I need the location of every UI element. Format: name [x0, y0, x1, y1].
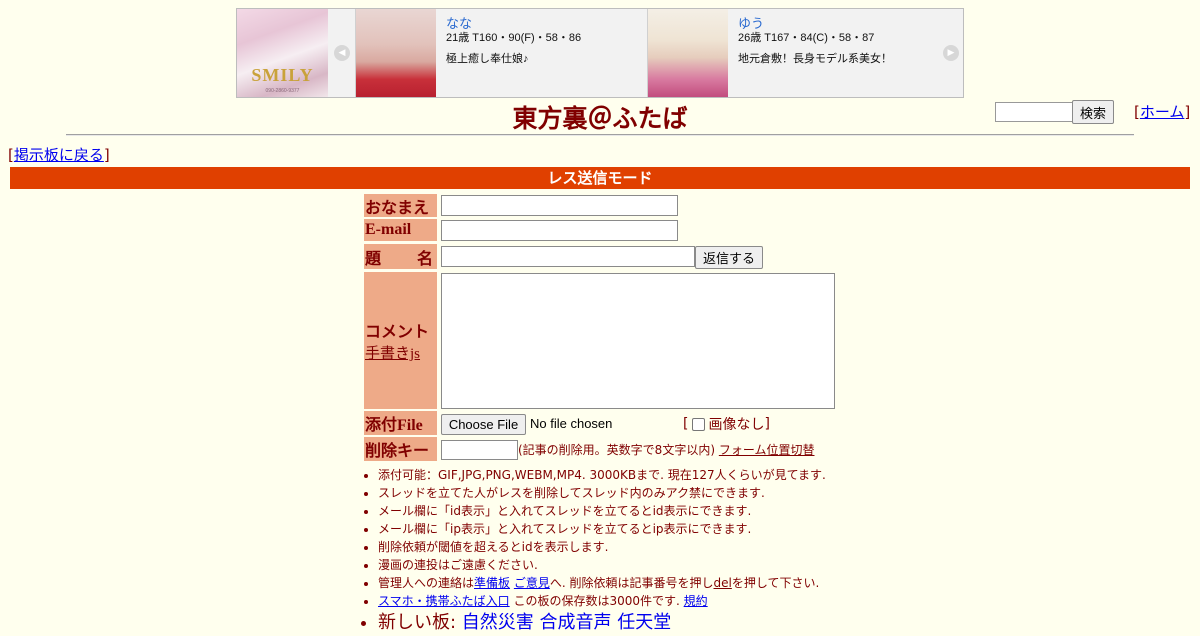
- rules-link[interactable]: 規約: [684, 594, 708, 608]
- delete-key-input[interactable]: [441, 440, 518, 460]
- feedback-link[interactable]: ご意見: [514, 576, 550, 590]
- shop-phone: 090-2860-9377: [265, 88, 300, 94]
- banner-prev-button[interactable]: ◀: [329, 9, 355, 97]
- banner-card[interactable]: ゆう 26歳 T167・84(C)・58・87 地元倉敷！長身モデル系美女！: [647, 9, 939, 97]
- list-item: 添付可能：GIF,JPG,PNG,WEBM,MP4. 3000KBまで. 現在1…: [378, 466, 898, 484]
- choose-file-button[interactable]: Choose File: [441, 414, 526, 435]
- home-link-wrapper: [ホーム]: [1134, 103, 1191, 121]
- submit-reply-button[interactable]: 返信する: [695, 246, 763, 269]
- search-input[interactable]: [995, 102, 1078, 122]
- list-item: スマホ・携帯ふたば入口 この板の保存数は3000件です. 規約: [378, 592, 898, 610]
- note-text: この板の保存数は3000件です.: [509, 594, 684, 608]
- home-link[interactable]: ホーム: [1140, 103, 1185, 121]
- profile-copy: 極上癒し奉仕娘♪: [446, 53, 529, 65]
- list-item: スレッドを立てた人がレスを削除してスレッド内のみアク禁にできます.: [378, 484, 898, 502]
- delete-key-note-row: (記事の削除用。英数字で8文字以内) フォーム位置切替: [518, 441, 814, 458]
- profile-spec: 21歳 T160・90(F)・58・86: [446, 32, 582, 44]
- file-label: 添付File: [364, 411, 437, 435]
- list-item: 新しい板: 自然災害 合成音声 任天堂: [378, 610, 898, 636]
- file-status: No file chosen: [530, 416, 613, 431]
- chevron-left-icon: ◀: [334, 45, 350, 61]
- no-image-label: 画像なし: [708, 417, 765, 433]
- back-to-board-link[interactable]: 掲示板に戻る: [14, 146, 104, 164]
- chevron-right-icon: ▶: [943, 45, 959, 61]
- del-link[interactable]: del: [714, 576, 732, 590]
- email-label: E-mail: [364, 219, 437, 241]
- list-item: 管理人への連絡は準備板 ご意見へ. 削除依頼は記事番号を押しdelを押して下さい…: [378, 574, 898, 592]
- divider: [66, 134, 1134, 136]
- no-image-option: [画像なし]: [683, 416, 770, 433]
- profile-spec: 26歳 T167・84(C)・58・87: [738, 32, 875, 44]
- list-item: 削除依頼が閾値を超えるとidを表示します.: [378, 538, 898, 556]
- note-text: へ. 削除依頼は記事番号を押し: [549, 576, 714, 590]
- name-input[interactable]: [441, 195, 678, 216]
- form-position-toggle-link[interactable]: フォーム位置切替: [719, 443, 815, 457]
- banner-next-button[interactable]: ▶: [938, 9, 964, 97]
- email-input[interactable]: [441, 220, 678, 241]
- handwriting-link[interactable]: 手書きjs: [365, 342, 420, 363]
- profile-photo[interactable]: [356, 9, 436, 97]
- reply-mode-bar: レス送信モード: [10, 167, 1190, 189]
- subject-label-char: 名: [416, 250, 433, 268]
- note-text: を押して下さい.: [731, 576, 820, 590]
- subject-input[interactable]: [441, 246, 695, 267]
- shop-logo-image[interactable]: SMILY 090-2860-9377: [237, 9, 328, 97]
- banner-card[interactable]: なな 21歳 T160・90(F)・58・86 極上癒し奉仕娘♪: [355, 9, 647, 97]
- delete-key-label: 削除キー: [364, 437, 437, 461]
- board-notes: 添付可能：GIF,JPG,PNG,WEBM,MP4. 3000KBまで. 現在1…: [360, 466, 898, 636]
- subject-label-char: 題: [365, 250, 382, 268]
- mobile-entrance-link[interactable]: スマホ・携帯ふたば入口: [378, 594, 510, 608]
- subject-label: 題 名: [364, 244, 437, 269]
- no-image-checkbox[interactable]: [692, 417, 706, 431]
- list-item: メール欄に「ip表示」と入れてスレッドを立てるとip表示にできます.: [378, 520, 898, 538]
- name-label: おなまえ: [364, 194, 437, 217]
- search-button[interactable]: 検索: [1072, 100, 1114, 124]
- prep-board-link[interactable]: 準備板: [474, 576, 510, 590]
- back-link-wrapper: [掲示板に戻る]: [8, 146, 110, 164]
- comment-label-cell: コメント 手書きjs: [364, 272, 437, 409]
- ad-banner[interactable]: SMILY 090-2860-9377 ◀ なな 21歳 T160・90(F)・…: [236, 8, 964, 98]
- profile-photo[interactable]: [648, 9, 728, 97]
- list-item: 漫画の連投はご遠慮ください.: [378, 556, 898, 574]
- profile-copy: 地元倉敷！長身モデル系美女！: [738, 53, 892, 65]
- delete-key-note: (記事の削除用。英数字で8文字以内): [518, 443, 715, 457]
- comment-textarea[interactable]: [441, 273, 835, 409]
- list-item: メール欄に「id表示」と入れてスレッドを立てるとid表示にできます.: [378, 502, 898, 520]
- note-text: 管理人への連絡は: [378, 576, 475, 590]
- shop-logo-text: SMILY: [251, 65, 314, 85]
- comment-label: コメント: [365, 324, 430, 341]
